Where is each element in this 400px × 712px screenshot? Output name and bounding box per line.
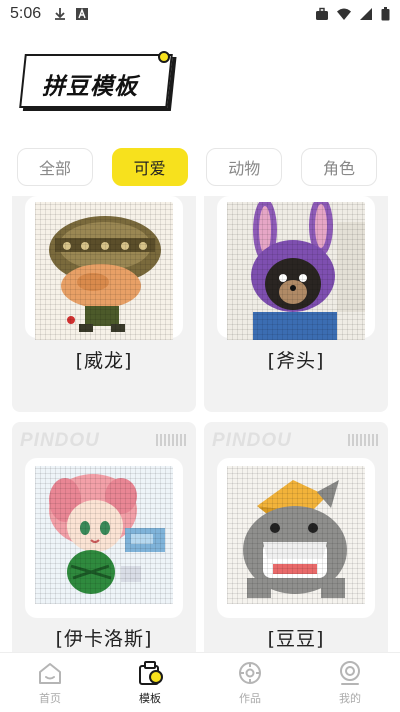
barcode-decoration [156,434,186,446]
title-decoration-dot [158,51,170,63]
brand-watermark: PINDOU [212,430,292,451]
template-grid[interactable]: [威龙] [斧头] PINDOU [伊卡洛斯] PINDOU [豆豆] [12,196,388,652]
nav-works[interactable]: 作品 [200,653,300,712]
profile-icon [340,661,360,685]
template-icon [139,661,163,685]
home-icon [39,663,61,684]
tab-characters[interactable]: 角色 [300,148,377,186]
template-card-yikaluosi[interactable]: PINDOU [伊卡洛斯] [12,422,196,652]
nav-profile-label: 我的 [339,692,361,705]
signal-icon [360,8,372,20]
template-name: [斧头] [267,350,325,372]
barcode-decoration [348,434,378,446]
template-frame [217,196,375,340]
category-tabs: 全部 可爱 动物 角色 [17,148,377,186]
template-name: [伊卡洛斯] [55,628,153,650]
bead-grid-overlay [35,202,173,340]
works-icon [239,662,261,684]
template-name: [豆豆] [267,628,325,650]
download-icon [55,8,66,20]
bead-grid-overlay [227,466,365,604]
nav-home[interactable]: 首页 [0,653,100,712]
nav-home-label: 首页 [39,692,61,705]
tab-all[interactable]: 全部 [17,148,93,186]
template-frame [217,458,375,618]
tab-cute[interactable]: 可爱 [111,148,188,186]
briefcase-icon [316,7,328,20]
template-card-weilong[interactable]: [威龙] [12,196,196,412]
bead-grid-overlay [227,202,365,340]
template-card-doudou[interactable]: PINDOU [豆豆] [204,422,388,652]
template-name: [威龙] [75,350,133,372]
bead-grid-overlay [35,466,173,604]
template-frame [25,196,183,340]
nav-template[interactable]: 模板 [100,653,200,712]
status-time: 5:06 [10,5,42,22]
bottom-navigation: 首页 模板 作品 我的 [0,652,400,712]
page-title: 拼豆模板 [42,74,138,100]
app-notification-icon [76,8,89,20]
nav-profile[interactable]: 我的 [300,653,400,712]
page-title-banner: 拼豆模板 [19,51,174,112]
battery-icon [381,7,390,21]
wifi-icon [337,8,351,20]
tab-animals[interactable]: 动物 [206,148,283,186]
nav-template-label: 模板 [139,692,161,705]
brand-watermark: PINDOU [20,430,100,451]
template-frame [25,458,183,618]
template-card-futou[interactable]: [斧头] [204,196,388,412]
nav-works-label: 作品 [239,692,261,705]
status-bar: 5:06 [0,0,400,28]
